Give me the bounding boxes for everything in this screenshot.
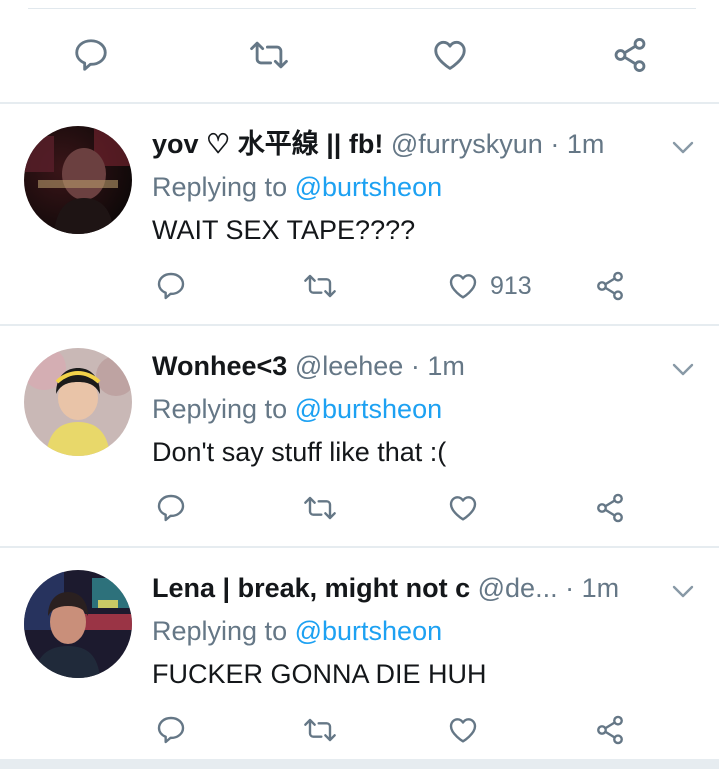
tweet-menu-button[interactable]	[668, 138, 698, 158]
retweet-icon	[304, 496, 336, 520]
avatar[interactable]	[24, 348, 132, 456]
like-icon	[434, 40, 466, 70]
share-button[interactable]	[593, 492, 627, 524]
replying-to-link[interactable]: @burtsheon	[295, 616, 443, 646]
tweet-header: Wonhee<3 @leehee · 1m	[152, 346, 632, 386]
tweet[interactable]: yov ♡ 水平線 || fb! @furryskyun · 1m Replyi…	[0, 104, 719, 324]
like-icon	[449, 496, 477, 521]
timestamp[interactable]: 1m	[427, 351, 465, 381]
like-icon	[449, 718, 477, 743]
chevron-down-icon	[672, 141, 694, 154]
timestamp[interactable]: 1m	[582, 573, 620, 603]
replying-to-link[interactable]: @burtsheon	[295, 394, 443, 424]
like-icon	[449, 274, 477, 299]
reply-icon	[157, 494, 185, 522]
retweet-button[interactable]	[302, 492, 338, 524]
display-name[interactable]: Wonhee<3	[152, 351, 287, 381]
like-button[interactable]	[446, 714, 480, 746]
display-name[interactable]: Lena | break, might not c	[152, 573, 470, 603]
like-button[interactable]	[446, 492, 480, 524]
share-button[interactable]	[610, 36, 650, 74]
chevron-down-icon	[672, 585, 694, 598]
tweet-actions	[0, 466, 719, 523]
tweet-actions	[0, 688, 719, 745]
reply-button[interactable]	[155, 270, 187, 302]
retweet-button[interactable]	[302, 270, 338, 302]
tweet-header: Lena | break, might not c @de... · 1m	[152, 568, 632, 608]
replying-to: Replying to @burtsheon	[152, 611, 442, 651]
tweet-actions: 913	[0, 244, 719, 301]
username[interactable]: @furryskyun	[391, 129, 543, 159]
tweet[interactable]: Lena | break, might not c @de... · 1m Re…	[0, 548, 719, 768]
top-action-bar	[0, 26, 719, 86]
username[interactable]: @leehee	[295, 351, 404, 381]
avatar[interactable]	[24, 126, 132, 234]
retweet-button[interactable]	[302, 714, 338, 746]
separator-dot: ·	[550, 129, 560, 159]
share-icon	[614, 38, 646, 72]
top-divider	[28, 8, 696, 9]
tweet-menu-button[interactable]	[668, 360, 698, 380]
like-count: 913	[490, 271, 532, 300]
separator-dot: ·	[410, 351, 420, 381]
share-icon	[597, 493, 623, 523]
timestamp[interactable]: 1m	[567, 129, 605, 159]
bottom-divider	[0, 759, 719, 769]
tweet-menu-button[interactable]	[668, 582, 698, 602]
reply-icon	[157, 272, 185, 300]
avatar[interactable]	[24, 570, 132, 678]
chevron-down-icon	[672, 363, 694, 376]
display-name[interactable]: yov ♡ 水平線 || fb!	[152, 129, 383, 159]
retweet-button[interactable]	[248, 36, 290, 74]
share-icon	[597, 715, 623, 745]
retweet-icon	[250, 41, 288, 69]
avatar-image	[24, 348, 132, 456]
replying-to-label: Replying to	[152, 172, 288, 202]
replying-to-label: Replying to	[152, 394, 288, 424]
replying-to: Replying to @burtsheon	[152, 389, 442, 429]
avatar-image	[24, 570, 132, 678]
retweet-icon	[304, 274, 336, 298]
retweet-icon	[304, 718, 336, 742]
username[interactable]: @de...	[478, 573, 558, 603]
replying-to-label: Replying to	[152, 616, 288, 646]
reply-button[interactable]	[72, 36, 110, 74]
reply-icon	[75, 39, 107, 71]
share-button[interactable]	[593, 270, 627, 302]
share-icon	[597, 271, 623, 301]
reply-button[interactable]	[155, 714, 187, 746]
replying-to-link[interactable]: @burtsheon	[295, 172, 443, 202]
tweet[interactable]: Wonhee<3 @leehee · 1m Replying to @burts…	[0, 326, 719, 546]
avatar-image	[24, 126, 132, 234]
like-button[interactable]	[430, 36, 470, 74]
reply-button[interactable]	[155, 492, 187, 524]
separator-dot: ·	[565, 573, 575, 603]
tweet-header: yov ♡ 水平線 || fb! @furryskyun · 1m	[152, 124, 632, 164]
reply-icon	[157, 716, 185, 744]
replying-to: Replying to @burtsheon	[152, 167, 442, 207]
like-button[interactable]: 913	[446, 270, 532, 302]
share-button[interactable]	[593, 714, 627, 746]
